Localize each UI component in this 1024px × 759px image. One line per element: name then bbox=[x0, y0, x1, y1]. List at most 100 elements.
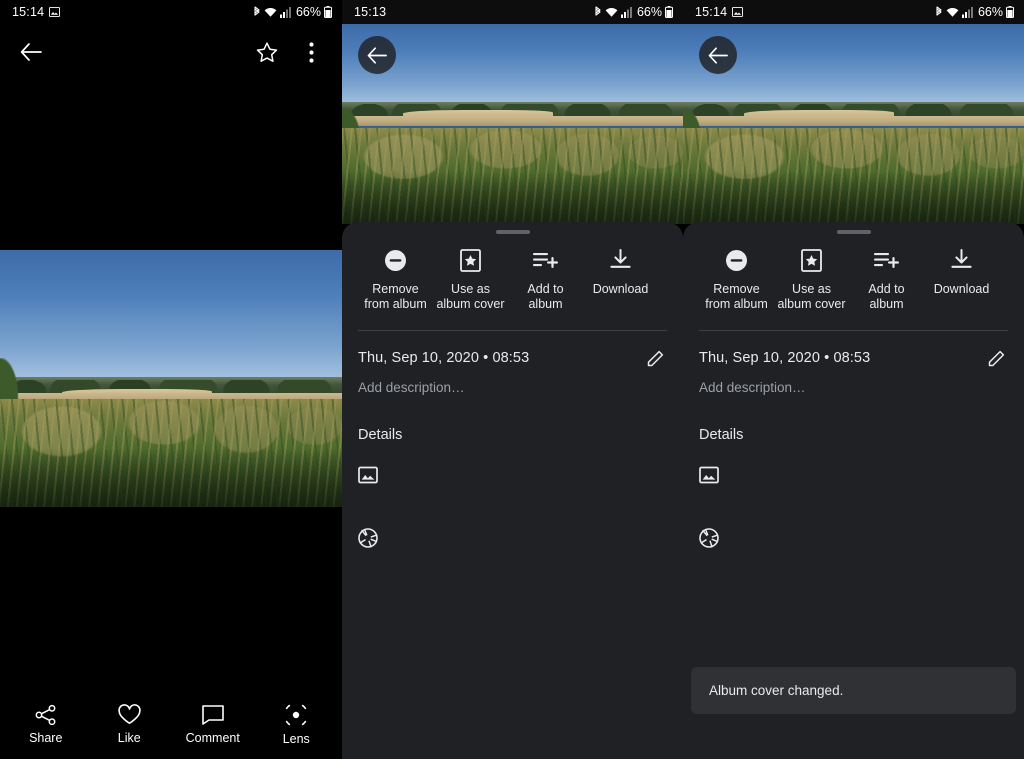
playlist-add-icon bbox=[533, 248, 558, 272]
star-frame-icon bbox=[801, 248, 822, 272]
lens-icon bbox=[286, 705, 307, 726]
detail-row[interactable] bbox=[683, 443, 1024, 490]
photo-foreground-grass bbox=[342, 128, 683, 224]
share-label: Share bbox=[29, 731, 63, 746]
like-label: Like bbox=[117, 731, 141, 746]
wifi-icon bbox=[946, 7, 959, 18]
signal-icon bbox=[961, 6, 973, 18]
action-use-as[interactable]: Use bbox=[999, 248, 1024, 312]
bluetooth-icon bbox=[935, 6, 943, 18]
playlist-add-icon bbox=[874, 248, 899, 272]
wifi-icon bbox=[605, 7, 618, 18]
add-description-field[interactable]: Add description… bbox=[358, 380, 667, 395]
status-bar-left: 15:14 bbox=[695, 5, 744, 19]
image-details-icon bbox=[358, 466, 378, 484]
edit-date-button[interactable] bbox=[986, 347, 1008, 369]
app-bar bbox=[0, 24, 342, 80]
status-bar-clock: 15:14 bbox=[12, 5, 45, 19]
heart-outline-icon bbox=[118, 704, 141, 725]
photo-metadata: Thu, Sep 10, 2020 • 08:53 Add descriptio… bbox=[342, 331, 683, 395]
battery-percent: 66% bbox=[636, 5, 662, 19]
panel-photo-info-before: 15:13 66% Remove from album Use as album… bbox=[342, 0, 683, 759]
status-bar-left: 15:14 bbox=[12, 5, 61, 19]
action-label: Use bbox=[1002, 282, 1024, 297]
image-details-icon bbox=[699, 466, 719, 484]
status-bar-clock: 15:13 bbox=[354, 5, 387, 19]
photo-sky bbox=[683, 24, 1024, 108]
action-label: Add to album bbox=[868, 282, 905, 311]
share-icon bbox=[35, 705, 56, 726]
back-button[interactable] bbox=[699, 36, 737, 74]
back-button[interactable] bbox=[14, 35, 48, 69]
download-icon bbox=[951, 248, 972, 272]
image-icon bbox=[732, 7, 744, 17]
toast-snackbar: Album cover changed. bbox=[691, 667, 1016, 714]
action-label: Download bbox=[592, 282, 649, 296]
back-arrow-icon bbox=[708, 46, 728, 64]
action-label: Add to album bbox=[527, 282, 564, 311]
favorite-button[interactable] bbox=[250, 35, 284, 69]
pencil-icon bbox=[988, 350, 1005, 367]
image-icon bbox=[49, 7, 61, 17]
back-arrow-icon bbox=[20, 43, 42, 61]
screenshot-strip: 15:14 66% Share Like Comment Lens 15:13 … bbox=[0, 0, 1024, 759]
detail-row[interactable] bbox=[342, 490, 683, 553]
status-bar-right: 66% bbox=[935, 5, 1014, 19]
lens-button[interactable]: Lens bbox=[258, 704, 334, 746]
download-icon bbox=[610, 248, 631, 272]
action-label: Use as album cover bbox=[436, 282, 505, 311]
info-bottom-sheet: Remove from album Use as album cover Add… bbox=[342, 222, 683, 759]
overflow-menu-button[interactable] bbox=[294, 35, 328, 69]
comment-button[interactable]: Comment bbox=[175, 705, 251, 745]
battery-icon bbox=[324, 6, 332, 19]
action-label: Use bbox=[661, 282, 684, 297]
comment-label: Comment bbox=[185, 731, 240, 746]
action-download[interactable]: Download bbox=[583, 248, 658, 312]
action-label: Remove from album bbox=[705, 282, 768, 311]
remove-circle-icon bbox=[384, 248, 407, 272]
like-button[interactable]: Like bbox=[91, 704, 167, 746]
more-vert-icon bbox=[308, 41, 314, 63]
details-heading: Details bbox=[699, 427, 744, 443]
photo-image[interactable] bbox=[0, 250, 342, 507]
pencil-icon bbox=[647, 350, 664, 367]
action-use-as-album-cover[interactable]: Use as album cover bbox=[774, 248, 849, 312]
action-download[interactable]: Download bbox=[924, 248, 999, 312]
photo-date: Thu, Sep 10, 2020 • 08:53 bbox=[358, 350, 530, 366]
status-bar-right: 66% bbox=[594, 5, 673, 19]
status-bar-right: 66% bbox=[253, 5, 332, 19]
share-button[interactable]: Share bbox=[8, 705, 84, 745]
aperture-icon bbox=[699, 528, 719, 548]
back-arrow-icon bbox=[367, 46, 387, 64]
photo-date: Thu, Sep 10, 2020 • 08:53 bbox=[699, 350, 871, 366]
back-button[interactable] bbox=[358, 36, 396, 74]
detail-row[interactable] bbox=[342, 443, 683, 490]
status-bar-left: 15:13 bbox=[354, 5, 386, 19]
action-add-to-album[interactable]: Add to album bbox=[508, 248, 583, 312]
status-bar: 15:13 66% bbox=[342, 0, 683, 24]
status-bar: 15:14 66% bbox=[0, 0, 342, 24]
battery-percent: 66% bbox=[977, 5, 1003, 19]
photo-metadata: Thu, Sep 10, 2020 • 08:53 Add descriptio… bbox=[683, 331, 1024, 395]
remove-circle-icon bbox=[725, 248, 748, 272]
star-frame-icon bbox=[460, 248, 481, 272]
action-remove-from-album[interactable]: Remove from album bbox=[699, 248, 774, 312]
edit-date-button[interactable] bbox=[645, 347, 667, 369]
quick-actions-row: Remove from album Use as album cover Add… bbox=[683, 234, 1024, 312]
bluetooth-icon bbox=[594, 6, 602, 18]
battery-percent: 66% bbox=[295, 5, 321, 19]
add-description-field[interactable]: Add description… bbox=[699, 380, 1008, 395]
signal-icon bbox=[279, 6, 291, 18]
date-row: Thu, Sep 10, 2020 • 08:53 bbox=[699, 347, 1008, 369]
action-use-as[interactable]: Use bbox=[658, 248, 683, 312]
photo-sky bbox=[342, 24, 683, 108]
action-add-to-album[interactable]: Add to album bbox=[849, 248, 924, 312]
detail-row[interactable] bbox=[683, 490, 1024, 553]
quick-actions-row: Remove from album Use as album cover Add… bbox=[342, 234, 683, 312]
action-use-as-album-cover[interactable]: Use as album cover bbox=[433, 248, 508, 312]
action-remove-from-album[interactable]: Remove from album bbox=[358, 248, 433, 312]
panel-photo-info-after: 15:14 66% Remove from album Use as album… bbox=[683, 0, 1024, 759]
action-label: Download bbox=[933, 282, 990, 296]
info-bottom-sheet: Remove from album Use as album cover Add… bbox=[683, 222, 1024, 759]
lens-label: Lens bbox=[282, 732, 310, 747]
